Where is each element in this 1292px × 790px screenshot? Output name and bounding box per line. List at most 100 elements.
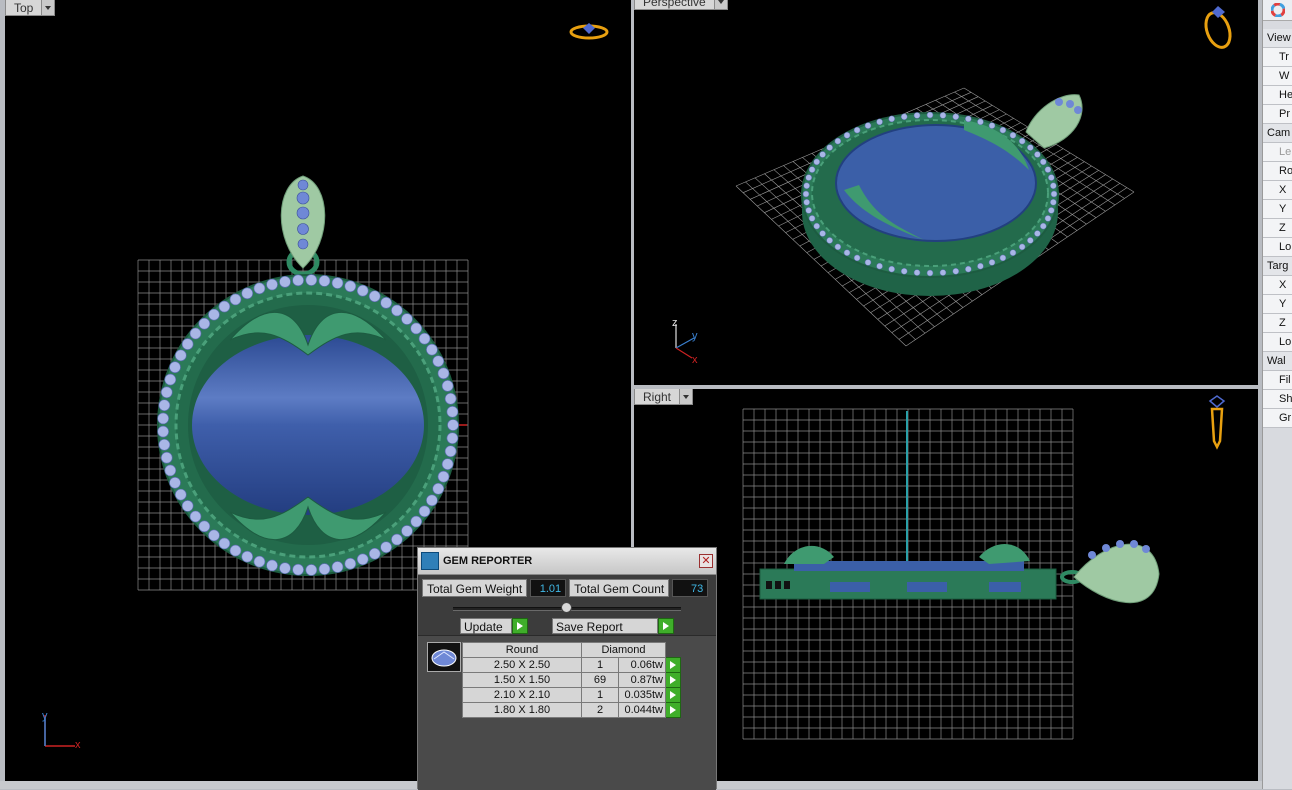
viewport-perspective-dropdown-icon[interactable] (714, 0, 728, 10)
panel-row[interactable]: He (1263, 86, 1292, 105)
ring-diamond (368, 290, 381, 303)
ring-diamond (391, 533, 403, 546)
ring-diamond (988, 122, 996, 129)
play-arrow-icon[interactable] (512, 618, 528, 634)
play-arrow-icon[interactable] (665, 672, 681, 688)
color-wheel-icon[interactable] (1263, 0, 1292, 21)
ring-diamond (218, 300, 231, 313)
panel-row[interactable]: Y (1263, 200, 1292, 219)
play-arrow-icon[interactable] (658, 618, 674, 634)
play-arrow-icon[interactable] (665, 657, 681, 673)
gem-table-header-type: Diamond (581, 642, 666, 658)
ring-diamond (356, 284, 369, 297)
viewport-top-dropdown-icon[interactable] (42, 0, 56, 16)
ring-navigator-icon[interactable] (567, 20, 611, 44)
slider-knob[interactable] (561, 602, 572, 613)
panel-row[interactable]: Le (1263, 143, 1292, 162)
ring-diamond (181, 338, 194, 350)
panel-row[interactable]: W (1263, 67, 1292, 86)
viewport-right-label: Right (634, 389, 681, 405)
panel-row[interactable]: Lo (1263, 333, 1292, 352)
ring-diamond (444, 445, 457, 458)
gem-weight-cell: 0.87tw (618, 672, 666, 688)
ring-diamond (447, 419, 459, 431)
ring-diamond (279, 276, 291, 288)
ring-diamond (965, 265, 972, 273)
gem-reporter-panel[interactable]: GEM REPORTER ✕ Total Gem Weight 1.01 Tot… (417, 547, 717, 790)
panel-row[interactable]: Sh (1263, 390, 1292, 409)
viewport-right-tab[interactable]: Right (634, 389, 694, 405)
ring-diamond (160, 451, 173, 464)
panel-row[interactable]: Lo (1263, 238, 1292, 257)
ring-diamond (803, 182, 810, 189)
ring-diamond (926, 111, 934, 119)
panel-row[interactable]: Tr (1263, 48, 1292, 67)
ring-diamond (999, 254, 1007, 262)
gem-reporter-icon (421, 552, 439, 570)
ring-diamond (241, 287, 254, 300)
svg-text:x: x (692, 354, 698, 364)
panel-row[interactable]: Y (1263, 295, 1292, 314)
viewport-top-tab[interactable]: Top (5, 0, 56, 16)
perspective-navigator-icon[interactable] (1198, 2, 1238, 54)
properties-panel[interactable]: View Tr W He Pr Cam Le Ro X Y Z Lo Targ X Y Z Lo Wal Fil Sh… (1262, 0, 1292, 789)
ring-diamond (157, 412, 169, 425)
gem-reporter-title: GEM REPORTER (443, 555, 533, 567)
ring-diamond (1050, 199, 1057, 206)
ring-diamond (843, 249, 851, 256)
panel-row[interactable]: Pr (1263, 105, 1292, 124)
viewport-right-dropdown-icon[interactable] (680, 389, 694, 405)
play-arrow-icon[interactable] (665, 702, 681, 718)
close-icon[interactable]: ✕ (699, 554, 713, 568)
ring-diamond (181, 500, 194, 512)
ring-diamond (441, 458, 454, 470)
ring-diamond (241, 550, 254, 563)
ring-diamond (218, 537, 231, 550)
ring-diamond (1048, 207, 1055, 214)
gem-weight-cell: 0.06tw (618, 657, 666, 673)
svg-text:z: z (672, 317, 678, 329)
gem-count-cell: 1 (581, 657, 619, 673)
ring-diamond (988, 259, 996, 266)
ring-diamond (446, 406, 459, 418)
ring-diamond (446, 432, 459, 444)
viewport-perspective-tab[interactable]: Perspective (634, 0, 728, 10)
gem-table-header-shape: Round (462, 642, 582, 658)
gem-reporter-slider[interactable] (418, 601, 716, 615)
panel-row[interactable]: X (1263, 276, 1292, 295)
panel-row[interactable]: Z (1263, 219, 1292, 238)
ring-diamond (279, 562, 291, 574)
ring-diamond (157, 425, 169, 438)
ring-diamond (808, 215, 816, 222)
viewport-perspective[interactable]: Perspective z y x (634, 0, 1258, 385)
update-button[interactable]: Update (460, 618, 528, 634)
panel-row[interactable]: Z (1263, 314, 1292, 333)
panel-row[interactable]: Fil (1263, 371, 1292, 390)
gem-table-row[interactable]: 2.10 X 2.10 1 0.035tw (462, 687, 681, 703)
gem-reporter-titlebar[interactable]: GEM REPORTER ✕ (418, 548, 716, 575)
ring-diamond (368, 547, 381, 560)
ring-diamond (1050, 182, 1057, 189)
svg-text:y: y (42, 710, 48, 722)
panel-row[interactable]: Gr (1263, 409, 1292, 428)
ring-diamond (876, 118, 883, 126)
ring-diamond (939, 112, 947, 119)
gem-table-row[interactable]: 1.80 X 1.80 2 0.044tw (462, 702, 681, 718)
ring-diamond (208, 308, 220, 321)
ring-diamond (913, 112, 921, 119)
total-gem-count-label: Total Gem Count (569, 579, 670, 597)
viewport-right[interactable]: Right (634, 389, 1258, 781)
ring-diamond (410, 322, 422, 335)
panel-row[interactable]: Ro (1263, 162, 1292, 181)
ring-diamond (331, 561, 344, 573)
gem-thumbnail[interactable] (427, 642, 461, 672)
ring-diamond (401, 313, 413, 325)
center-gem (192, 335, 424, 515)
panel-row[interactable]: X (1263, 181, 1292, 200)
play-arrow-icon[interactable] (665, 687, 681, 703)
ring-diamond (318, 275, 331, 287)
save-report-button[interactable]: Save Report (552, 618, 674, 634)
gem-table-row[interactable]: 1.50 X 1.50 69 0.87tw (462, 672, 681, 688)
gem-table-row[interactable]: 2.50 X 2.50 1 0.06tw (462, 657, 681, 673)
right-navigator-icon[interactable] (1202, 395, 1232, 455)
